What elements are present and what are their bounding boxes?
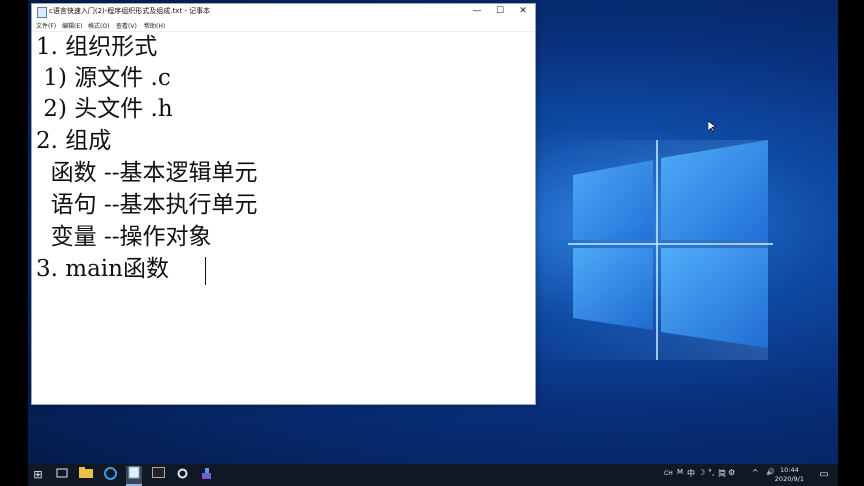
menu-view[interactable]: 查看(V) bbox=[116, 21, 137, 30]
text-line: 语句 --基本执行单元 bbox=[36, 192, 258, 218]
ime-simplified[interactable]: 简 bbox=[718, 468, 726, 479]
edge-browser-icon[interactable] bbox=[102, 467, 118, 483]
ime-chinese-mode[interactable]: 中 bbox=[687, 468, 695, 479]
screen: c语言快速入门(2)-程序组织形式及组成.txt - 记事本 — ☐ ✕ 文件(… bbox=[0, 0, 864, 486]
menu-format[interactable]: 格式(O) bbox=[88, 21, 109, 30]
close-button[interactable]: ✕ bbox=[512, 4, 534, 19]
maximize-button[interactable]: ☐ bbox=[489, 4, 511, 19]
title-bar[interactable]: c语言快速入门(2)-程序组织形式及组成.txt - 记事本 — ☐ ✕ bbox=[32, 4, 535, 19]
settings-app-icon[interactable] bbox=[174, 467, 190, 483]
text-caret bbox=[205, 257, 206, 285]
network-app-icon[interactable] bbox=[198, 467, 214, 483]
text-line: 2. 组成 bbox=[36, 128, 112, 154]
mouse-pointer-icon bbox=[708, 121, 716, 133]
ime-punct-icon[interactable]: °, bbox=[708, 468, 715, 477]
file-explorer-icon[interactable] bbox=[78, 467, 94, 483]
speaker-icon[interactable]: 🔊 bbox=[766, 468, 775, 476]
menu-bar: 文件(F) 编辑(E) 格式(O) 查看(V) 帮助(H) bbox=[32, 19, 535, 32]
text-line: 2) 头文件 .h bbox=[36, 96, 173, 122]
terminal-icon[interactable] bbox=[150, 467, 166, 483]
menu-help[interactable]: 帮助(H) bbox=[144, 21, 165, 30]
ime-moon-icon[interactable]: ☽ bbox=[698, 468, 705, 477]
text-line: 函数 --基本逻辑单元 bbox=[36, 160, 258, 186]
text-line: 1. 组织形式 bbox=[36, 34, 158, 60]
notepad-window: c语言快速入门(2)-程序组织形式及组成.txt - 记事本 — ☐ ✕ 文件(… bbox=[31, 3, 536, 405]
text-line: 变量 --操作对象 bbox=[36, 224, 212, 250]
tray-chevron-icon[interactable]: ^ bbox=[752, 468, 759, 477]
notepad-icon bbox=[37, 7, 47, 18]
vertical-scrollbar[interactable] bbox=[525, 32, 535, 402]
clock[interactable]: 10:44 2020/9/1 bbox=[775, 466, 804, 484]
right-letterbox bbox=[838, 0, 864, 486]
menu-file[interactable]: 文件(F) bbox=[36, 21, 56, 30]
start-windows-icon[interactable]: ⊞ bbox=[30, 467, 46, 483]
clock-date: 2020/9/1 bbox=[774, 475, 804, 483]
notepad-taskbar-icon[interactable] bbox=[126, 466, 142, 486]
task-view-icon[interactable] bbox=[54, 467, 70, 483]
taskbar: ⊞ CH M 中 ☽ °, 简 ⚙ ^ 🔊 10:44 2020/9/1 ▭ bbox=[28, 464, 838, 486]
clock-time: 10:44 bbox=[780, 466, 799, 474]
minimize-button[interactable]: — bbox=[466, 4, 488, 19]
notifications-icon[interactable]: ▭ bbox=[816, 467, 832, 483]
text-line: 1) 源文件 .c bbox=[36, 65, 171, 91]
ime-m-badge[interactable]: M bbox=[677, 468, 683, 476]
text-line: 3. main函数 bbox=[36, 256, 169, 282]
text-editor[interactable]: 1. 组织形式 1) 源文件 .c 2) 头文件 .h 2. 组成 函数 --基… bbox=[33, 32, 523, 402]
menu-edit[interactable]: 编辑(E) bbox=[62, 21, 82, 30]
left-letterbox bbox=[0, 0, 28, 486]
window-title: c语言快速入门(2)-程序组织形式及组成.txt - 记事本 bbox=[49, 7, 211, 15]
ime-language[interactable]: CH bbox=[664, 470, 673, 477]
ime-settings-icon[interactable]: ⚙ bbox=[728, 468, 735, 477]
